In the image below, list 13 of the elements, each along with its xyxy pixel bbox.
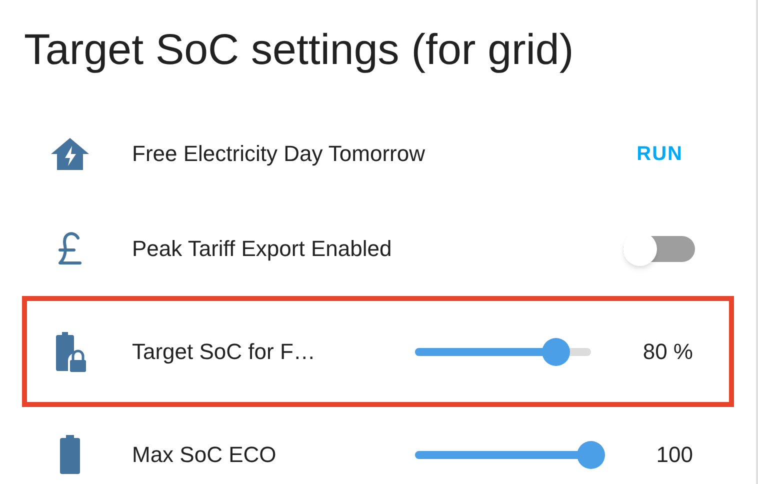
battery-icon: [58, 434, 82, 476]
run-button[interactable]: RUN: [628, 134, 691, 172]
slider-value: 80 %: [642, 338, 694, 366]
pound-sign-icon: [56, 232, 82, 266]
row-label: Target SoC for F…: [132, 338, 316, 366]
card-title: Target SoC settings (for grid): [23, 25, 575, 76]
row-label: Free Electricity Day Tomorrow: [132, 140, 425, 168]
slider-thumb[interactable]: [542, 338, 570, 366]
row-label: Peak Tariff Export Enabled: [132, 235, 392, 263]
house-bolt-icon: [50, 136, 90, 170]
row-label: Max SoC ECO: [132, 441, 276, 469]
slider-value: 100: [655, 441, 694, 469]
slider-thumb[interactable]: [577, 440, 605, 468]
